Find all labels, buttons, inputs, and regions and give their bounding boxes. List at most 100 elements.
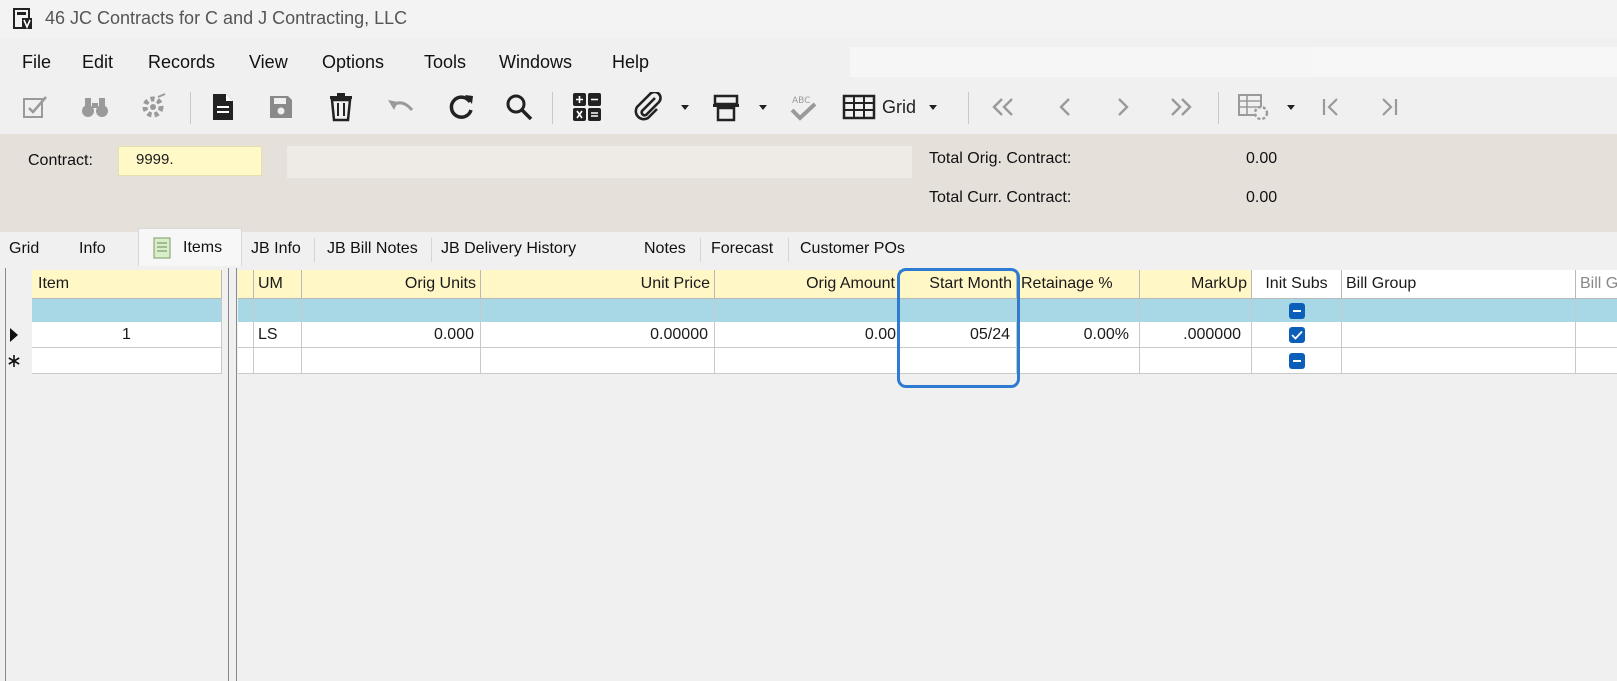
spellcheck-icon[interactable]: ABC	[786, 90, 820, 124]
col-header-bill-group[interactable]: Bill Group	[1342, 270, 1576, 299]
cell-orig-units[interactable]: 0.000	[302, 322, 481, 348]
col-header-retainage[interactable]: Retainage %	[1017, 270, 1140, 299]
go-first-icon[interactable]	[1316, 90, 1346, 124]
print-icon[interactable]	[708, 90, 744, 124]
filter-cell-unit-price[interactable]	[481, 299, 715, 323]
col-header-markup[interactable]: MarkUp	[1140, 270, 1252, 299]
col-header-unit-price[interactable]: Unit Price	[481, 270, 715, 299]
binoculars-icon[interactable]	[78, 90, 112, 124]
menubar-spacer	[1310, 47, 1617, 77]
cell-bill-group[interactable]	[1342, 322, 1576, 348]
tab-customer-pos[interactable]: Customer POs	[800, 232, 905, 266]
tab-info[interactable]: Info	[79, 232, 106, 266]
new-cell-item[interactable]	[32, 348, 222, 374]
new-cell-orig-units[interactable]	[302, 348, 481, 374]
filter-cell-spacer	[238, 299, 254, 323]
menu-edit[interactable]: Edit	[82, 52, 113, 73]
filter-cell-orig-amount[interactable]	[715, 299, 900, 323]
items-tab-icon	[153, 237, 171, 258]
delete-icon[interactable]	[326, 90, 356, 124]
toolbar-separator	[968, 92, 969, 124]
col-header-init-subs[interactable]: Init Subs	[1252, 270, 1342, 299]
col-header-orig-amount[interactable]: Orig Amount	[715, 270, 900, 299]
current-row-arrow-icon	[4, 322, 24, 348]
next-icon[interactable]	[1106, 90, 1140, 124]
tab-jb-delivery-history[interactable]: JB Delivery History	[441, 232, 576, 266]
filter-cell-item[interactable]	[32, 299, 222, 323]
new-cell-bill-g[interactable]	[1576, 348, 1617, 374]
new-cell-orig-amount[interactable]	[715, 348, 900, 374]
menu-view[interactable]: View	[249, 52, 288, 73]
menu-records[interactable]: Records	[148, 52, 215, 73]
grid-settings-icon[interactable]	[1234, 90, 1274, 124]
filter-cell-init-subs[interactable]	[1252, 299, 1342, 323]
tab-separator	[788, 238, 789, 262]
calculator-icon[interactable]	[570, 90, 604, 124]
cell-retainage[interactable]: 0.00%	[1017, 322, 1140, 348]
menu-bar: File Edit Records View Options Tools Win…	[0, 44, 1617, 80]
tab-jb-info[interactable]: JB Info	[251, 232, 301, 266]
tab-items[interactable]: Items	[138, 228, 242, 266]
title-bar: 46 JC Contracts for C and J Contracting,…	[0, 0, 1617, 38]
menu-file[interactable]: File	[22, 52, 51, 73]
col-header-orig-units[interactable]: Orig Units	[302, 270, 481, 299]
contract-input[interactable]: 9999.	[118, 146, 262, 176]
frozen-divider	[228, 268, 229, 681]
col-header-item[interactable]: Item	[32, 270, 222, 299]
indeterminate-checkbox[interactable]	[1288, 303, 1305, 319]
checked-checkbox[interactable]	[1288, 326, 1305, 343]
indeterminate-checkbox[interactable]	[1288, 352, 1305, 369]
filter-cell-markup[interactable]	[1140, 299, 1252, 323]
new-doc-icon[interactable]	[208, 90, 238, 124]
chevron-down-icon[interactable]	[756, 90, 770, 124]
tab-notes[interactable]: Notes	[644, 232, 686, 266]
settings-icon[interactable]	[136, 90, 170, 124]
filter-cell-retainage[interactable]	[1017, 299, 1140, 323]
col-header-spacer	[238, 270, 254, 299]
tab-grid[interactable]: Grid	[9, 232, 39, 266]
refresh-icon[interactable]	[444, 90, 478, 124]
menu-tools[interactable]: Tools	[424, 52, 466, 73]
contract-description-field[interactable]	[287, 146, 912, 178]
vista-app-icon	[13, 8, 33, 30]
attachment-icon[interactable]	[630, 90, 666, 124]
new-cell-markup[interactable]	[1140, 348, 1252, 374]
cell-bill-g[interactable]	[1576, 322, 1617, 348]
last-record-icon[interactable]	[1164, 90, 1198, 124]
undo-icon[interactable]	[384, 90, 418, 124]
new-cell-retainage[interactable]	[1017, 348, 1140, 374]
save-icon[interactable]	[266, 90, 296, 124]
edit-check-icon[interactable]	[18, 90, 52, 124]
new-cell-um[interactable]	[254, 348, 302, 374]
previous-icon[interactable]	[1048, 90, 1082, 124]
cell-unit-price[interactable]: 0.00000	[481, 322, 715, 348]
search-icon[interactable]	[502, 90, 536, 124]
first-record-icon[interactable]	[986, 90, 1020, 124]
filter-cell-orig-units[interactable]	[302, 299, 481, 323]
cell-orig-amount[interactable]: 0.00	[715, 322, 900, 348]
go-last-icon[interactable]	[1374, 90, 1404, 124]
filter-cell-bill-group[interactable]	[1342, 299, 1576, 323]
filter-cell-um[interactable]	[254, 299, 302, 323]
new-cell-bill-group[interactable]	[1342, 348, 1576, 374]
tab-jb-bill-notes[interactable]: JB Bill Notes	[327, 232, 418, 266]
filter-cell-bill-g[interactable]	[1576, 299, 1617, 323]
col-header-bill-g[interactable]: Bill G	[1576, 270, 1617, 299]
new-cell-unit-price[interactable]	[481, 348, 715, 374]
total-orig-contract-label: Total Orig. Contract:	[929, 150, 1072, 167]
chevron-down-icon[interactable]	[1284, 90, 1298, 124]
col-header-um[interactable]: UM	[254, 270, 302, 299]
cell-um[interactable]: LS	[254, 322, 302, 348]
cell-markup[interactable]: .000000	[1140, 322, 1252, 348]
menu-help[interactable]: Help	[612, 52, 649, 73]
new-cell-init-subs[interactable]	[1252, 348, 1342, 374]
menu-options[interactable]: Options	[322, 52, 384, 73]
menu-windows[interactable]: Windows	[499, 52, 572, 73]
cell-init-subs[interactable]	[1252, 322, 1342, 348]
tab-forecast[interactable]: Forecast	[711, 232, 773, 266]
grid-view-button[interactable]: Grid	[842, 90, 946, 124]
total-curr-contract-label: Total Curr. Contract:	[929, 189, 1072, 206]
cell-item[interactable]: 1	[32, 322, 222, 348]
chevron-down-icon[interactable]	[678, 90, 692, 124]
grid-label: Grid	[882, 96, 917, 117]
